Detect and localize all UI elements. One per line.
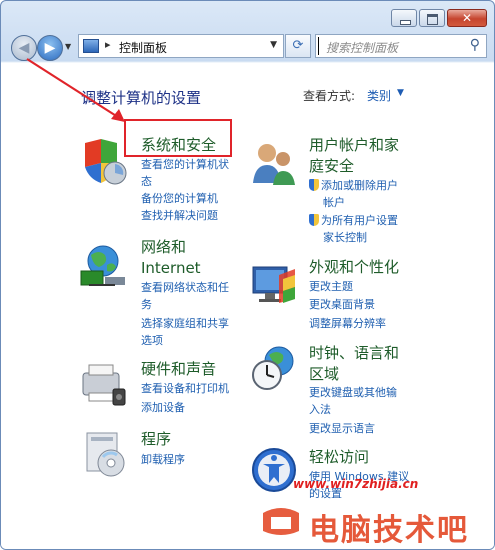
appearance-icon[interactable] <box>249 259 299 309</box>
breadcrumb-control-panel[interactable]: 控制面板 <box>119 39 167 56</box>
category-network[interactable]: 网络和 <box>141 237 186 258</box>
clock-region-icon[interactable] <box>249 343 299 393</box>
search-input[interactable]: 搜索控制面板 ⚲ <box>315 34 487 58</box>
link-parental-controls[interactable]: 为所有用户设置 <box>309 212 398 229</box>
control-panel-icon <box>83 39 99 53</box>
category-programs[interactable]: 程序 <box>141 429 171 450</box>
address-bar[interactable]: ▸ 控制面板 ▼ <box>78 34 284 58</box>
category-appearance[interactable]: 外观和个性化 <box>309 257 399 278</box>
content-area: 调整计算机的设置 查看方式: 类别 ▼ 系统和安全 查看您的计算机状 态 备份您… <box>1 58 494 549</box>
annotation-highlight-box <box>124 119 232 157</box>
link-parental-controls-cont[interactable]: 家长控制 <box>323 229 367 246</box>
recent-pages-dropdown[interactable]: ▼ <box>65 42 71 51</box>
category-user-accounts[interactable]: 用户帐户和家 <box>309 135 399 156</box>
link-devices-printers[interactable]: 查看设备和打印机 <box>141 380 229 397</box>
ease-of-access-icon[interactable] <box>249 445 299 495</box>
search-placeholder: 搜索控制面板 <box>326 41 399 55</box>
brand-logo-icon <box>263 508 299 535</box>
text-cursor-icon <box>318 37 321 55</box>
brand-watermark: 电脑技术吧 <box>309 513 469 548</box>
hardware-sound-icon[interactable] <box>79 359 129 409</box>
view-by-select[interactable]: 类别 <box>367 87 391 104</box>
minimize-button[interactable] <box>391 9 417 27</box>
programs-icon[interactable] <box>81 429 131 479</box>
link-homegroup-sharing-cont[interactable]: 选项 <box>141 332 163 349</box>
link-change-theme[interactable]: 更改主题 <box>309 278 353 295</box>
uac-shield-icon <box>309 179 319 191</box>
uac-shield-icon <box>309 214 319 226</box>
link-view-network-status[interactable]: 查看网络状态和任 <box>141 279 229 296</box>
maximize-button[interactable] <box>419 9 445 27</box>
link-adjust-resolution[interactable]: 调整屏幕分辨率 <box>309 315 386 332</box>
view-by-label: 查看方式: <box>303 89 356 103</box>
link-change-desktop-background[interactable]: 更改桌面背景 <box>309 296 375 313</box>
system-security-icon[interactable] <box>79 137 129 187</box>
link-backup-computer[interactable]: 备份您的计算机 <box>141 190 218 207</box>
search-icon[interactable]: ⚲ <box>470 37 480 53</box>
refresh-button[interactable]: ⟳ <box>285 34 311 58</box>
link-add-remove-users[interactable]: 添加或删除用户 <box>309 177 398 194</box>
close-button[interactable] <box>447 9 487 27</box>
network-icon[interactable] <box>79 241 129 291</box>
link-change-keyboard[interactable]: 更改键盘或其他输 <box>309 384 397 401</box>
link-add-device[interactable]: 添加设备 <box>141 399 185 416</box>
control-panel-window: ◀ ▶ ▼ ▸ 控制面板 ▼ ⟳ 搜索控制面板 ⚲ 调整计算机的设置 查看方式:… <box>0 0 495 550</box>
link-view-network-status-cont[interactable]: 务 <box>141 296 152 313</box>
link-view-computer-status[interactable]: 查看您的计算机状 <box>141 156 229 173</box>
link-troubleshoot[interactable]: 查找并解决问题 <box>141 207 218 224</box>
user-accounts-icon[interactable] <box>249 139 299 189</box>
category-clock-region[interactable]: 时钟、语言和 <box>309 343 399 364</box>
link-homegroup-sharing[interactable]: 选择家庭组和共享 <box>141 315 229 332</box>
link-add-remove-users-cont[interactable]: 帐户 <box>323 194 345 211</box>
breadcrumb-chevron-icon[interactable]: ▸ <box>105 38 111 51</box>
category-ease-of-access[interactable]: 轻松访问 <box>309 447 369 468</box>
category-clock-region-line2[interactable]: 区域 <box>309 364 339 385</box>
chevron-down-icon[interactable]: ▼ <box>397 88 404 98</box>
link-change-display-language[interactable]: 更改显示语言 <box>309 420 375 437</box>
address-dropdown-icon[interactable]: ▼ <box>270 40 277 50</box>
category-hardware-sound[interactable]: 硬件和声音 <box>141 359 216 380</box>
watermark-url: www.win7zhijia.cn <box>293 477 419 491</box>
category-network-line2[interactable]: Internet <box>141 258 201 279</box>
link-change-keyboard-cont[interactable]: 入法 <box>309 401 331 418</box>
annotation-arrow-icon <box>26 58 125 122</box>
link-view-computer-status-cont[interactable]: 态 <box>141 173 152 190</box>
link-uninstall-program[interactable]: 卸载程序 <box>141 451 185 468</box>
category-user-accounts-line2[interactable]: 庭安全 <box>309 156 354 177</box>
